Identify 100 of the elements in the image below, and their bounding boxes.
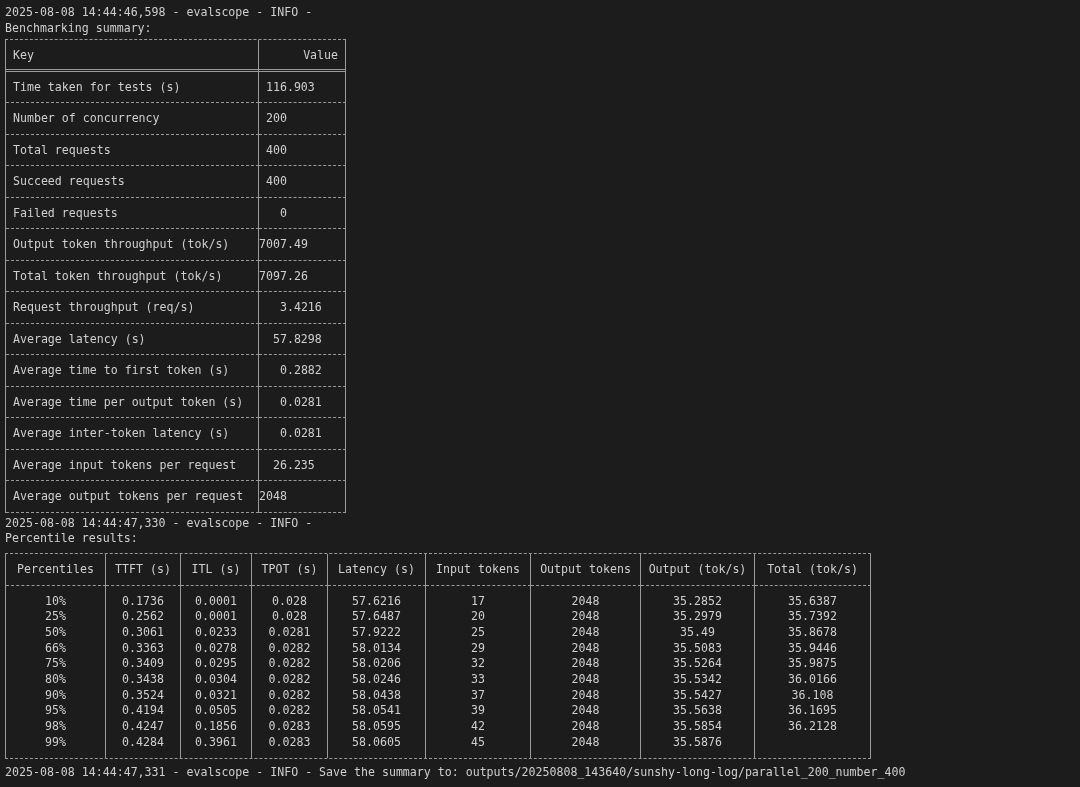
table-cell: 35.6387 [788,593,837,608]
table-cell: 58.0438 [352,687,401,702]
log-line: 2025-08-08 14:44:47,330 - evalscope - INFO - [5,515,314,531]
table-cell: Failed requests [6,197,259,229]
column-header: Value [259,40,346,72]
table-cell: 0.3524 [122,687,164,702]
table-cell: 58.0605 [352,734,401,749]
table-cell: 200 [259,103,346,135]
table-cell: 0.0283 [268,734,311,749]
table-cell: Output token throughput (tok/s) [6,229,259,261]
table-cell: 58.0541 [352,703,401,718]
table-cell: 0.4284 [122,734,164,749]
table-cell: 26.235 [259,449,346,481]
table-cell: 0.0282 [268,687,311,702]
table-cell: 36.108 [791,687,834,702]
table-cell: 2048 [571,656,600,671]
table-cell: 0.0283 [268,719,311,733]
table-cell: 58.0595 [352,719,401,733]
table-cell: 58.0134 [352,640,401,655]
table-cell: 400 [259,134,346,166]
table-cell: 35.5427 [673,687,722,702]
table-cell: 0.028 [272,609,307,624]
table-cell: 35.5264 [673,656,722,671]
table-cell: 0.0001 [195,593,237,608]
column-header: Input tokens [426,553,531,586]
table-cell: 58.0206 [352,656,401,671]
table-cell: 75% [45,656,66,671]
log-line: 2025-08-08 14:44:46,598 - evalscope - INFO - [5,5,314,21]
table-cell: 0.0282 [268,640,311,655]
table-cell: 36.1695 [788,703,837,718]
table-cell: 35.2852 [673,593,722,608]
table-cell: 0.3409 [122,656,164,671]
table-cell: 58.0246 [352,671,401,686]
table-cell: Succeed requests [6,166,259,198]
table-cell: 2048 [571,593,600,608]
table-cell: 2048 [571,687,600,702]
table-cell: 0.0001 [195,609,237,624]
table-cell: 0.4194 [122,703,164,718]
column-header: Percentiles [6,553,106,586]
table-cell: 0.2562 [122,609,164,624]
table-cell: 37 [471,687,485,702]
table-cell: 0.0278 [195,640,237,655]
table-cell: 0.0304 [195,671,237,686]
table-cell: 3.4216 [259,292,346,324]
table-cell: 0.0321 [195,687,237,702]
table-cell: Average inter-token latency (s) [6,418,259,450]
table-cell: 2048 [571,609,600,624]
section-heading: Benchmarking summary: [5,20,153,36]
table-cell: 35.5342 [673,671,722,686]
table-cell: Average input tokens per request [6,449,259,481]
column-header: TPOT (s) [252,553,328,586]
column-header: TTFT (s) [106,553,181,586]
table-cell: 57.6487 [352,609,401,624]
table-cell: 2048 [571,624,600,639]
table-cell: Number of concurrency [6,103,259,135]
table-cell: Average time per output token (s) [6,386,259,418]
section-heading: Percentile results: [5,531,139,547]
table-cell: 0.028 [272,593,307,608]
table-cell: 0.0282 [268,703,311,718]
table-cell: 35.5638 [673,703,722,718]
table-cell: 35.5876 [673,734,722,749]
column-header: Key [6,40,259,72]
table-cell: 99% [45,734,66,749]
table-cell: 66% [45,640,66,655]
table-cell: 45 [471,734,485,749]
table-cell: 2048 [571,640,600,655]
table-cell: 10% [45,593,66,608]
table-cell: 35.5854 [673,719,722,733]
table-cell: 95% [45,703,66,718]
table-cell: 0.3363 [122,640,164,655]
table-cell: 32 [471,656,485,671]
table-cell: 7097.26 [259,260,346,292]
table-cell: 0.0295 [195,656,237,671]
table-cell: 35.9875 [788,656,837,671]
table-cell: 35.8678 [788,624,837,639]
table-cell: 0.3061 [122,624,164,639]
table-cell: 0.0281 [268,624,311,639]
log-line: 2025-08-08 14:44:47,331 - evalscope - INFO - Save the summary to: outputs/20250808_143640/sunshy-long-log/parallel_200_number_400 [5,765,907,781]
table-cell: 2048 [571,734,600,749]
table-cell: Request throughput (req/s) [6,292,259,324]
table-cell: 2048 [571,703,600,718]
table-cell: 0.0233 [195,624,237,639]
table-cell: 80% [45,671,66,686]
table-cell: 36.0166 [788,671,837,686]
table-cell: 29 [471,640,485,655]
table-cell: 57.9222 [352,624,401,639]
table-cell: 0.0281 [259,386,346,418]
table-cell: 116.903 [259,71,346,103]
column-header: Output (tok/s) [641,553,755,586]
table-cell: 2048 [571,719,600,733]
table-cell: Average output tokens per request [6,481,259,513]
table-cell: 20 [471,609,485,624]
table-cell: 0.1856 [195,719,237,733]
column-header: Output tokens [531,553,641,586]
table-cell: Average time to first token (s) [6,355,259,387]
table-cell: 2048 [571,671,600,686]
table-cell: Total token throughput (tok/s) [6,260,259,292]
table-cell: 35.49 [680,624,715,639]
table-cell: 7007.49 [259,229,346,261]
column-header: ITL (s) [181,553,252,586]
